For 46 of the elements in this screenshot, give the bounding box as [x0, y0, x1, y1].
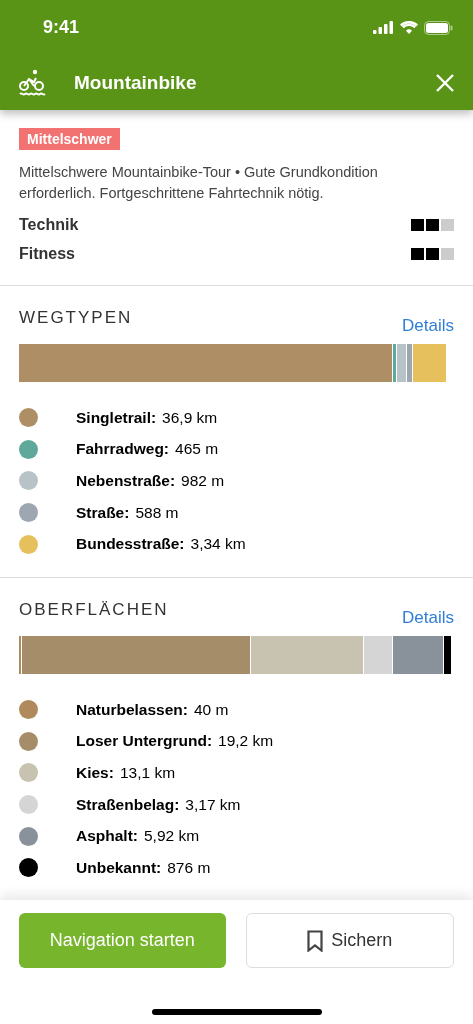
legend-label: Naturbelassen: [76, 700, 188, 719]
rating-square [441, 247, 454, 260]
legend-label: Fahrradweg: [76, 440, 169, 459]
legend-value: 3,17 km [185, 795, 241, 814]
legend-value: 982 m [181, 472, 225, 490]
rating-square [426, 247, 439, 260]
legend-value: 13,1 km [119, 763, 176, 782]
wifi-icon [400, 21, 418, 34]
legend-label: Nebenstraße: [76, 472, 176, 490]
bookmark-icon [307, 929, 324, 952]
rating-square [411, 218, 424, 231]
section-title: OBERFLÄCHEN [19, 599, 169, 620]
legend-value: 3,34 km [190, 535, 246, 554]
start-navigation-button[interactable]: Navigation starten [19, 913, 226, 968]
details-link[interactable]: Details [402, 316, 454, 336]
legend-label: Loser Untergrund: [76, 732, 213, 751]
rating-label: Fitness [19, 244, 75, 263]
rating-square [426, 218, 439, 231]
rating-square [411, 247, 424, 260]
battery-icon [424, 20, 453, 35]
rating-square [441, 218, 454, 231]
status-time: 9:41 [43, 17, 80, 38]
legend-label: Unbekannt: [76, 858, 162, 877]
cyclist-icon [18, 68, 48, 97]
legend-value: 588 m [135, 503, 179, 522]
save-button[interactable]: Sichern [245, 913, 454, 968]
section-title: WEGTYPEN [19, 308, 133, 328]
signal-icon [373, 21, 394, 34]
legend-label: Asphalt: [76, 827, 138, 846]
difficulty-badge: Mittelschwer [19, 128, 120, 150]
close-icon[interactable] [435, 72, 455, 93]
legend-value: 40 m [194, 700, 229, 719]
difficulty-description: Mittelschwere Mountainbike-Tour • Gute Grundkondition erforderlich. Fortgeschrittene Fahrtechnik nötig. [19, 163, 379, 203]
legend-value: 465 m [175, 440, 219, 459]
legend-value: 19,2 km [218, 732, 274, 751]
rating-label: Technik [19, 215, 79, 234]
legend-value: 5,92 km [144, 827, 200, 846]
legend-label: Singletrail: [76, 408, 157, 427]
legend-value: 876 m [167, 858, 211, 877]
legend-label: Straße: [76, 503, 130, 522]
legend-value: 36,9 km [162, 408, 218, 427]
legend-label: Bundesstraße: [76, 535, 185, 554]
details-link[interactable]: Details [402, 607, 454, 628]
legend-label: Kies: [76, 763, 114, 782]
header-title: Mountainbike [74, 71, 198, 94]
legend-label: Straßenbelag: [76, 795, 180, 814]
